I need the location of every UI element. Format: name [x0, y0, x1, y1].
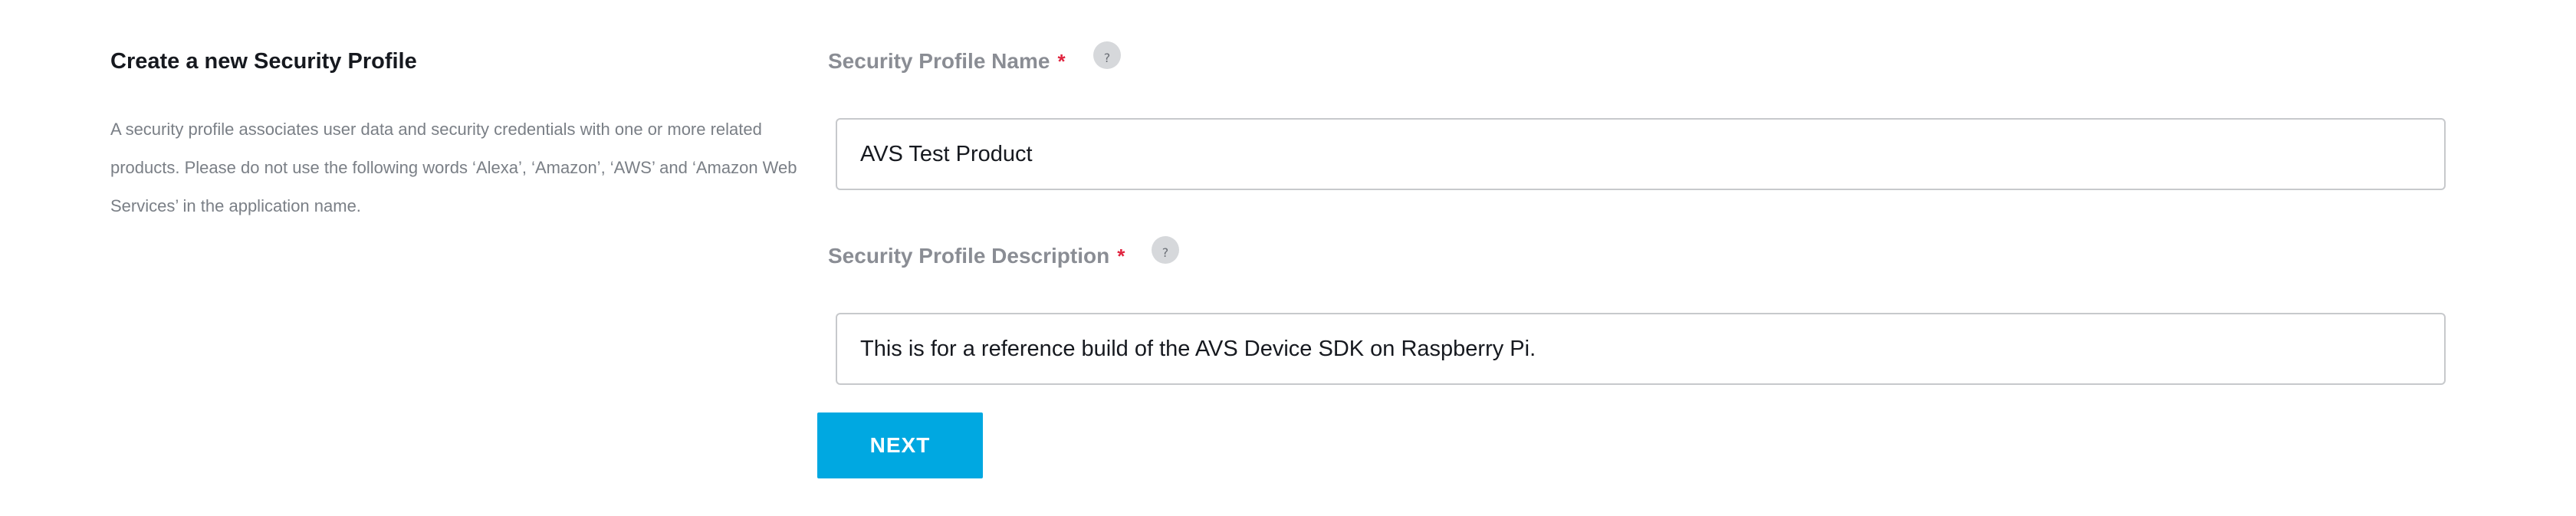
security-profile-description-label-text: Security Profile Description: [828, 244, 1110, 268]
section-description: A security profile associates user data …: [110, 120, 797, 215]
question-mark-icon[interactable]: ?: [1093, 41, 1121, 69]
question-mark-icon[interactable]: ?: [1152, 236, 1179, 264]
security-profile-form-page: Create a new Security Profile A security…: [0, 0, 2576, 516]
section-title: Create a new Security Profile: [110, 49, 417, 74]
required-marker: *: [1057, 50, 1066, 73]
security-profile-name-label: Security Profile Name *: [828, 46, 1066, 77]
security-profile-description-input[interactable]: [836, 313, 2446, 385]
security-profile-description-label: Security Profile Description *: [828, 241, 1125, 271]
intro-panel: Create a new Security Profile A security…: [110, 46, 816, 225]
next-button[interactable]: NEXT: [817, 412, 983, 478]
required-marker: *: [1117, 245, 1125, 268]
security-profile-name-input[interactable]: [836, 118, 2446, 190]
security-profile-name-label-text: Security Profile Name: [828, 49, 1050, 73]
